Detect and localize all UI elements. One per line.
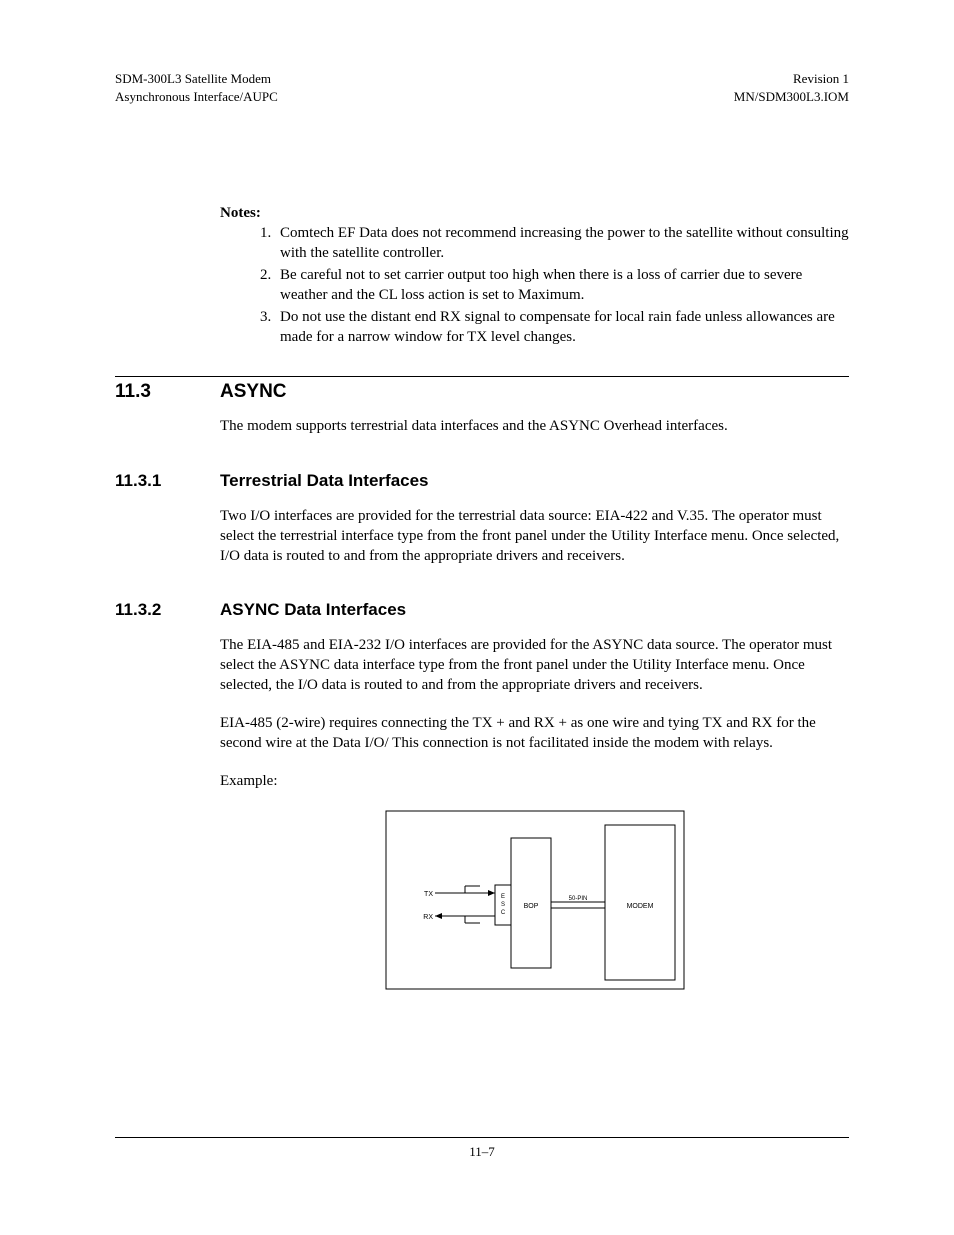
page-header: SDM-300L3 Satellite Modem Asynchronous I…	[115, 70, 849, 105]
section-paragraph: Two I/O interfaces are provided for the …	[220, 507, 849, 567]
section-divider	[115, 376, 849, 377]
diagram-rx-label: RX	[423, 914, 433, 921]
diagram-pin-label: 50-PIN	[568, 896, 587, 902]
section-heading-11-3: 11.3 ASYNC	[115, 381, 849, 403]
section-paragraph: The modem supports terrestrial data inte…	[220, 417, 849, 437]
section-paragraph: The EIA-485 and EIA-232 I/O interfaces a…	[220, 636, 849, 696]
svg-text:S: S	[500, 902, 504, 908]
section-heading-11-3-2: 11.3.2 ASYNC Data Interfaces	[115, 600, 849, 620]
diagram-bop-label: BOP	[523, 903, 538, 910]
header-right: Revision 1 MN/SDM300L3.IOM	[734, 70, 849, 105]
header-left: SDM-300L3 Satellite Modem Asynchronous I…	[115, 70, 278, 105]
heading-number: 11.3.1	[115, 471, 220, 491]
notes-list: Comtech EF Data does not recommend incre…	[220, 224, 849, 348]
section-paragraph: EIA-485 (2-wire) requires connecting the…	[220, 714, 849, 754]
notes-block: Notes: Comtech EF Data does not recommen…	[220, 205, 849, 348]
diagram-modem-label: MODEM	[626, 903, 653, 910]
note-item: Do not use the distant end RX signal to …	[275, 308, 849, 348]
example-label: Example:	[220, 772, 849, 792]
heading-title: ASYNC Data Interfaces	[220, 600, 406, 620]
heading-number: 11.3.2	[115, 600, 220, 620]
svg-text:E: E	[500, 894, 504, 900]
heading-title: ASYNC	[220, 381, 287, 403]
note-item: Be careful not to set carrier output too…	[275, 266, 849, 306]
svg-text:C: C	[500, 910, 505, 916]
heading-title: Terrestrial Data Interfaces	[220, 471, 429, 491]
page-number: 11–7	[469, 1144, 495, 1159]
diagram-svg: BOP E S C MODEM 50-PIN TX	[385, 810, 685, 990]
block-diagram: BOP E S C MODEM 50-PIN TX	[220, 810, 849, 990]
note-item: Comtech EF Data does not recommend incre…	[275, 224, 849, 264]
section-heading-11-3-1: 11.3.1 Terrestrial Data Interfaces	[115, 471, 849, 491]
diagram-tx-label: TX	[424, 891, 433, 898]
heading-number: 11.3	[115, 381, 220, 403]
notes-label: Notes:	[220, 205, 261, 221]
page-footer: 11–7	[115, 1137, 849, 1160]
